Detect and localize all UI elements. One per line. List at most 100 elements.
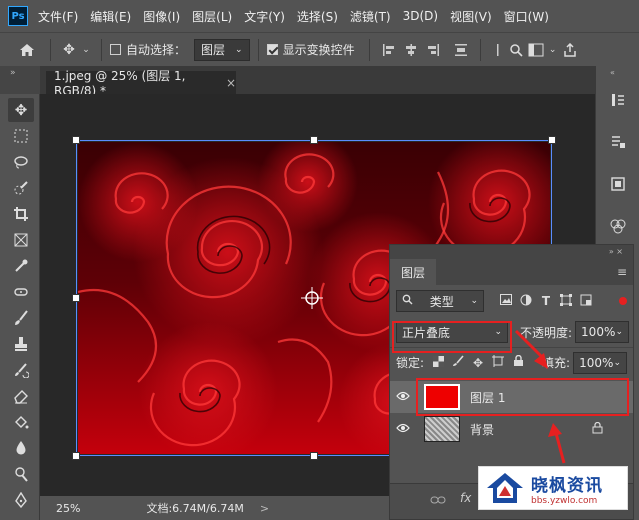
fx-icon[interactable]: fx [460,491,471,505]
filter-adjustment-icon[interactable] [516,294,536,309]
menu-image[interactable]: 图像(I) [143,8,180,25]
lasso-tool-icon[interactable] [8,150,34,174]
auto-select-dropdown[interactable]: 图层 ⌄ [194,38,250,61]
annotation-arrow [514,329,554,373]
align-right-icon[interactable] [422,43,444,57]
menu-select[interactable]: 选择(S) [297,8,338,25]
chevron-down-icon[interactable]: ⌄ [547,45,559,55]
menu-filter[interactable]: 滤镜(T) [350,8,391,25]
chevron-down-icon: ⌄ [615,327,624,337]
dock-collapse-icon[interactable]: « [610,68,615,77]
visibility-eye-icon[interactable] [390,390,416,404]
menu-window[interactable]: 窗口(W) [504,8,549,25]
menu-3d[interactable]: 3D(D) [403,9,438,23]
toolbox: ✥ [0,94,40,520]
auto-select-checkbox[interactable] [110,44,121,55]
opacity-value: 100% [581,325,616,339]
align-center-icon[interactable] [400,43,422,57]
fill-value: 100% [579,355,614,370]
align-top-icon[interactable] [489,43,507,57]
history-brush-tool-icon[interactable] [8,358,34,382]
opacity-field[interactable]: 100% ⌄ [575,321,630,343]
chevron-down-icon[interactable]: ⌄ [79,45,93,55]
transform-handle-top-right[interactable] [548,136,556,144]
filter-type-icon[interactable]: T [536,294,556,308]
status-arrow[interactable]: > [260,502,269,515]
menu-view[interactable]: 视图(V) [450,8,492,25]
show-transform-checkbox[interactable] [266,44,278,55]
lock-transparent-icon[interactable] [428,355,448,370]
lock-artboard-icon[interactable] [488,355,508,370]
watermark-logo [485,470,525,506]
watermark-text: 晓枫资讯 bbs.yzwlo.com [531,471,603,506]
visibility-eye-icon[interactable] [390,422,416,436]
home-icon[interactable] [12,43,42,57]
eyedropper-tool-icon[interactable] [8,254,34,278]
link-icon[interactable] [430,494,446,508]
tab-layers[interactable]: 图层 [390,259,436,285]
fill-field[interactable]: 100% ⌄ [573,351,628,374]
marquee-tool-icon[interactable] [8,124,34,148]
channels-panel-icon[interactable] [605,214,631,238]
annotation-box-layer1 [416,378,629,416]
layer-filter-row: 类型 ⌄ T [390,285,633,317]
photoshop-window: Ps 文件(F) 编辑(E) 图像(I) 图层(L) 文字(Y) 选择(S) 滤… [0,0,639,520]
workspace-icon[interactable] [525,43,547,57]
frame-tool-icon[interactable] [8,228,34,252]
layer-filter-label: 类型 [429,294,454,309]
filter-shape-icon[interactable] [556,293,576,309]
toolbox-collapse[interactable]: » [0,66,40,94]
layer-name[interactable]: 背景 [470,421,494,438]
menu-layer[interactable]: 图层(L) [192,8,232,25]
dodge-tool-icon[interactable] [8,462,34,486]
divider [101,38,102,61]
filter-smart-object-icon[interactable] [576,294,596,309]
crosshair-icon[interactable] [301,287,323,309]
lock-position-icon[interactable]: ✥ [468,356,488,370]
zoom-level[interactable]: 25% [56,502,80,515]
pen-tool-icon[interactable] [8,488,34,512]
move-tool-icon[interactable]: ✥ [8,98,34,122]
eraser-tool-icon[interactable] [8,384,34,408]
history-panel-icon[interactable] [605,88,631,112]
crop-tool-icon[interactable] [8,202,34,226]
transform-handle-bottom-left[interactable] [72,452,80,460]
move-tool-icon[interactable]: ✥ [59,42,79,58]
menu-edit[interactable]: 编辑(E) [90,8,131,25]
chevron-down-icon: ⌄ [470,296,478,306]
menu-type[interactable]: 文字(Y) [244,8,285,25]
layer-row-background[interactable]: 背景 [390,413,633,445]
layer-thumbnail [424,416,460,442]
share-icon[interactable] [559,42,581,57]
chevron-down-icon: ⌄ [235,44,243,55]
align-left-icon[interactable] [378,43,400,57]
menu-bar: Ps 文件(F) 编辑(E) 图像(I) 图层(L) 文字(Y) 选择(S) 滤… [0,0,639,32]
menu-file[interactable]: 文件(F) [38,8,78,25]
search-icon[interactable] [507,43,525,57]
close-icon[interactable]: × [226,76,236,90]
blur-tool-icon[interactable] [8,436,34,460]
layer-filter-dropdown[interactable]: 类型 ⌄ [396,290,484,312]
transform-handle-top-left[interactable] [72,136,80,144]
transform-handle-left[interactable] [72,294,80,302]
clone-stamp-tool-icon[interactable] [8,332,34,356]
transform-handle-bottom[interactable] [310,452,318,460]
document-tab[interactable]: 1.jpeg @ 25% (图层 1, RGB/8) * × [46,69,236,98]
quick-select-tool-icon[interactable] [8,176,34,200]
paint-bucket-tool-icon[interactable] [8,410,34,434]
divider [257,38,259,61]
panel-menu-icon[interactable]: ≡ [617,265,627,279]
watermark-title: 晓枫资讯 [531,475,603,496]
lock-pixels-icon[interactable] [448,355,468,370]
libraries-panel-icon[interactable] [605,172,631,196]
transform-handle-top[interactable] [310,136,318,144]
healing-brush-tool-icon[interactable] [8,280,34,304]
properties-panel-icon[interactable] [605,130,631,154]
panel-collapse[interactable]: » × [390,245,633,259]
distribute-icon[interactable] [450,43,472,57]
app-logo[interactable]: Ps [8,6,28,26]
brush-tool-icon[interactable] [8,306,34,330]
filter-pixel-icon[interactable] [496,294,516,308]
options-bar: ✥ ⌄ 自动选择： 图层 ⌄ 显示变换控件 ⌄ [0,32,639,66]
filter-toggle[interactable] [618,294,628,308]
